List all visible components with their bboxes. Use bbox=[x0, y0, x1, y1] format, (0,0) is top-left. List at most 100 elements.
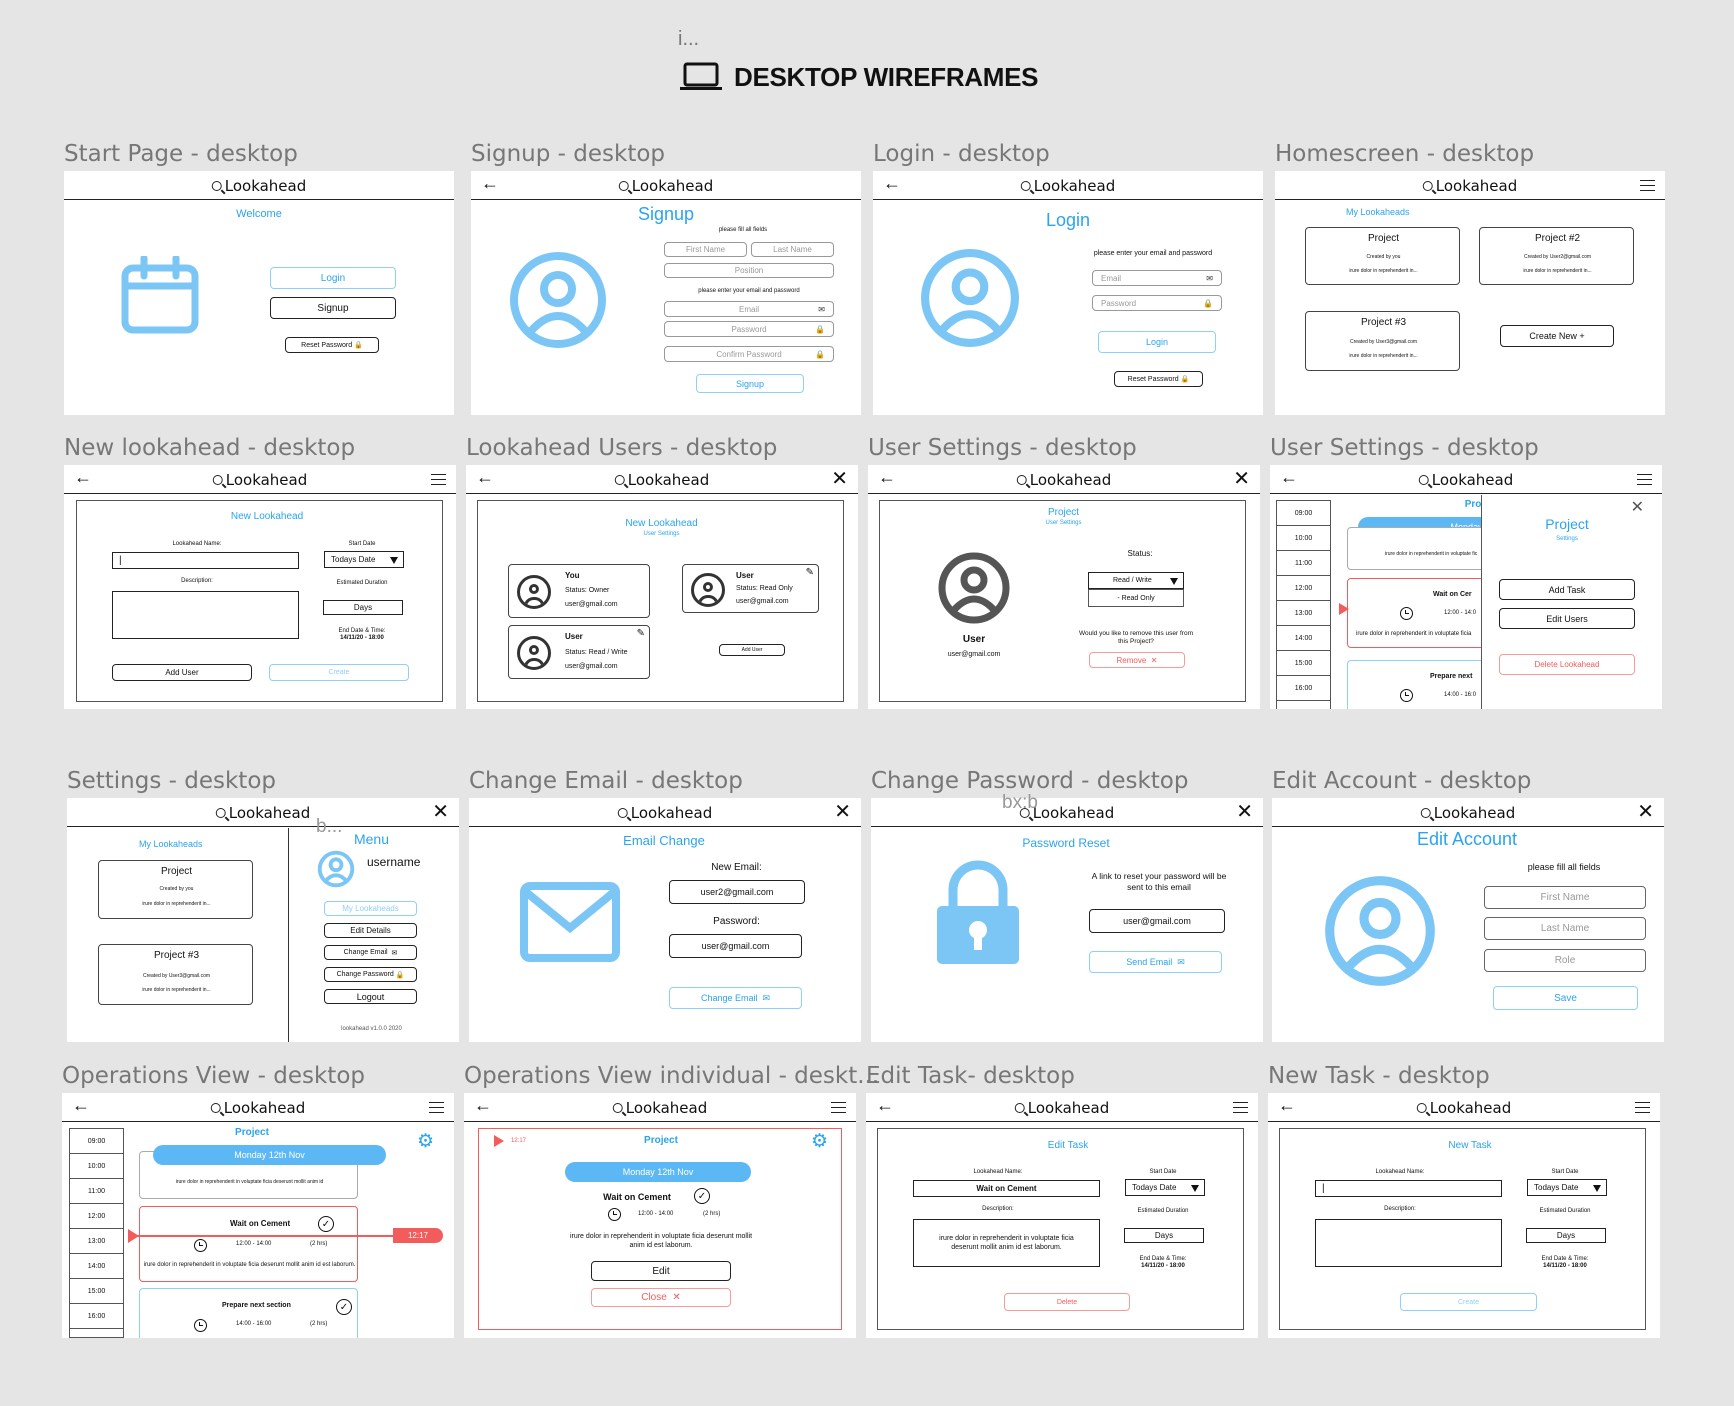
project-card[interactable]: Project #3 Created by User3@gmail.com ir… bbox=[1305, 311, 1460, 371]
edit-users-button[interactable]: Edit Users bbox=[1499, 608, 1635, 629]
email-field[interactable]: Email ✉ bbox=[1092, 270, 1222, 286]
password-field[interactable]: Password 🔒 bbox=[1092, 295, 1222, 311]
task-card[interactable]: Prepare next section ✓ 14:00 - 16:00 (2 … bbox=[139, 1288, 358, 1338]
back-arrow-icon[interactable]: ← bbox=[878, 467, 896, 488]
close-button[interactable]: Close ✕ bbox=[591, 1288, 731, 1307]
change-email-button[interactable]: Change Email ✉ bbox=[324, 945, 417, 960]
delete-lookahead-button[interactable]: Delete Lookahead bbox=[1499, 654, 1635, 675]
logout-button[interactable]: Logout bbox=[324, 989, 417, 1004]
menu-icon[interactable] bbox=[1233, 1102, 1248, 1113]
send-email-button[interactable]: Send Email ✉ bbox=[1089, 951, 1222, 973]
menu-icon[interactable] bbox=[429, 1102, 444, 1113]
signup-button[interactable]: Signup bbox=[696, 374, 804, 393]
back-arrow-icon[interactable]: ← bbox=[883, 173, 901, 194]
menu-icon[interactable] bbox=[1637, 474, 1652, 485]
name-input[interactable]: | bbox=[112, 552, 299, 569]
reset-password-button[interactable]: Reset Password 🔒 bbox=[285, 337, 379, 353]
password-field[interactable]: Password 🔒 bbox=[664, 321, 834, 337]
task-card-active[interactable]: Wait on Cer 12:00 - 14:0 irure dolor in … bbox=[1347, 578, 1487, 648]
gear-icon[interactable]: ⚙ bbox=[811, 1130, 828, 1153]
name-input[interactable]: | bbox=[1315, 1180, 1502, 1197]
back-arrow-icon[interactable]: ← bbox=[1278, 1095, 1296, 1116]
user-card[interactable]: User Status: Read / Write user@gmail.com… bbox=[508, 625, 650, 679]
back-arrow-icon[interactable]: ← bbox=[876, 1095, 894, 1116]
save-button[interactable]: Save bbox=[1493, 986, 1638, 1010]
menu-icon[interactable] bbox=[431, 474, 446, 485]
role-field[interactable]: Role bbox=[1484, 949, 1646, 972]
check-icon[interactable]: ✓ bbox=[318, 1216, 334, 1232]
create-new-button[interactable]: Create New + bbox=[1500, 325, 1614, 347]
delete-button[interactable]: Delete bbox=[1004, 1293, 1130, 1311]
start-date-select[interactable]: Todays Date bbox=[1125, 1179, 1205, 1196]
description-input[interactable] bbox=[112, 591, 299, 639]
back-arrow-icon[interactable]: ← bbox=[1280, 467, 1298, 488]
close-icon[interactable]: ✕ bbox=[834, 799, 851, 824]
close-icon[interactable]: ✕ bbox=[1236, 799, 1253, 824]
back-arrow-icon[interactable]: ← bbox=[481, 173, 499, 194]
back-arrow-icon[interactable]: ← bbox=[72, 1095, 90, 1116]
last-name-field[interactable]: Last Name bbox=[1484, 917, 1646, 940]
close-icon[interactable]: ✕ bbox=[831, 466, 848, 491]
menu-icon[interactable] bbox=[1640, 180, 1655, 191]
check-icon[interactable]: ✓ bbox=[336, 1299, 352, 1315]
add-user-button[interactable]: Add User bbox=[112, 664, 252, 681]
new-email-input[interactable]: user2@gmail.com bbox=[669, 880, 805, 904]
description-input[interactable] bbox=[1315, 1219, 1502, 1267]
check-icon[interactable]: ✓ bbox=[694, 1188, 710, 1204]
start-date-select[interactable]: Todays Date bbox=[1527, 1179, 1607, 1196]
signup-button[interactable]: Signup bbox=[270, 297, 396, 319]
email-input[interactable]: user@gmail.com bbox=[1089, 909, 1225, 933]
task-duration: (2 hrs) bbox=[310, 1321, 328, 1327]
name-input[interactable]: Wait on Cement bbox=[913, 1180, 1100, 1197]
gear-icon[interactable]: ⚙ bbox=[417, 1130, 434, 1153]
login-button[interactable]: Login bbox=[1098, 331, 1216, 353]
edit-icon[interactable]: ✎ bbox=[806, 567, 814, 578]
project-card[interactable]: Project Created by you irure dolor in re… bbox=[98, 860, 253, 919]
close-icon[interactable]: ✕ bbox=[1233, 466, 1250, 491]
task-card-active[interactable]: Wait on Cement ✓ 12:00 - 14:00 (2 hrs) i… bbox=[139, 1206, 358, 1282]
task-card[interactable]: Prepare next 14:00 - 16:0 bbox=[1347, 660, 1487, 709]
position-field[interactable]: Position bbox=[664, 263, 834, 278]
login-button[interactable]: Login bbox=[270, 267, 396, 289]
app-header: Lookahead ✕ bbox=[469, 798, 861, 827]
create-button[interactable]: Create bbox=[1400, 1293, 1537, 1311]
add-user-button[interactable]: Add User bbox=[719, 644, 785, 656]
project-card[interactable]: Project Created by you irure dolor in re… bbox=[1305, 227, 1460, 285]
task-card[interactable] bbox=[1347, 527, 1487, 570]
add-task-button[interactable]: Add Task bbox=[1499, 579, 1635, 600]
create-button[interactable]: Create bbox=[269, 664, 409, 681]
days-input[interactable]: Days bbox=[323, 600, 403, 615]
reset-password-button[interactable]: Reset Password 🔒 bbox=[1114, 371, 1203, 387]
close-icon[interactable]: ✕ bbox=[432, 799, 449, 824]
change-email-button[interactable]: Change Email ✉ bbox=[669, 987, 802, 1009]
edit-details-button[interactable]: Edit Details bbox=[324, 923, 417, 938]
status-select[interactable]: Read / Write bbox=[1088, 572, 1184, 589]
confirm-password-field[interactable]: Confirm Password 🔒 bbox=[664, 346, 834, 362]
last-name-field[interactable]: Last Name bbox=[751, 242, 834, 257]
back-arrow-icon[interactable]: ← bbox=[474, 1095, 492, 1116]
edit-button[interactable]: Edit bbox=[591, 1261, 731, 1281]
days-input[interactable]: Days bbox=[1526, 1228, 1606, 1243]
start-date-select[interactable]: Todays Date bbox=[324, 551, 404, 568]
close-icon[interactable]: ✕ bbox=[1637, 799, 1654, 824]
menu-icon[interactable] bbox=[831, 1102, 846, 1113]
project-card[interactable]: Project #2 Created by User2@gmail.com ir… bbox=[1479, 227, 1634, 285]
my-lookaheads-button[interactable]: My Lookaheads bbox=[324, 901, 417, 916]
project-card[interactable]: Project #3 Created by User3@gmail.com ir… bbox=[98, 944, 253, 1005]
edit-icon[interactable]: ✎ bbox=[637, 628, 645, 639]
close-icon[interactable]: ✕ bbox=[1631, 497, 1644, 517]
back-arrow-icon[interactable]: ← bbox=[476, 467, 494, 488]
email-field[interactable]: Email ✉ bbox=[664, 301, 834, 317]
menu-icon[interactable] bbox=[1635, 1102, 1650, 1113]
days-input[interactable]: Days bbox=[1124, 1228, 1204, 1243]
password-input[interactable]: user@gmail.com bbox=[669, 934, 802, 958]
remove-button[interactable]: Remove ✕ bbox=[1089, 652, 1185, 668]
read-only-option[interactable]: - Read Only bbox=[1088, 589, 1184, 607]
first-name-field[interactable]: First Name bbox=[664, 242, 747, 257]
user-card[interactable]: You Status: Owner user@gmail.com bbox=[508, 564, 650, 618]
description-input[interactable]: irure dolor in reprehenderit in voluptat… bbox=[913, 1219, 1100, 1267]
user-card[interactable]: User Status: Read Only user@gmail.com ✎ bbox=[682, 564, 819, 613]
change-password-button[interactable]: Change Password 🔒 bbox=[324, 967, 417, 982]
first-name-field[interactable]: First Name bbox=[1484, 886, 1646, 909]
back-arrow-icon[interactable]: ← bbox=[74, 467, 92, 488]
